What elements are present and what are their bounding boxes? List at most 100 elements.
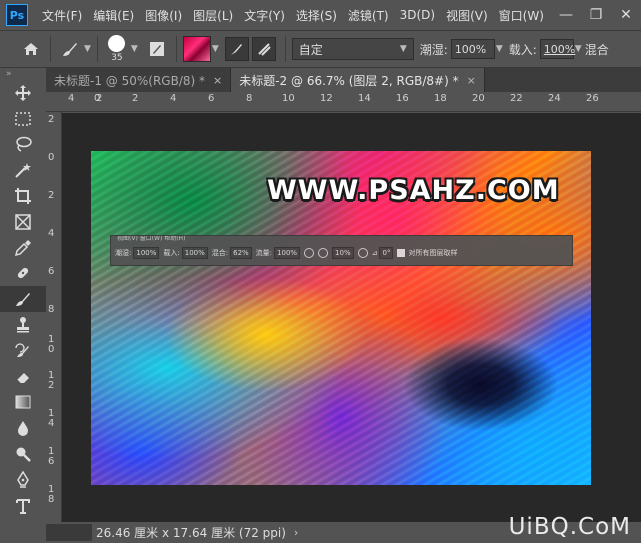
blur-tool-icon[interactable] xyxy=(0,415,46,441)
menu-layer[interactable]: 图层(L) xyxy=(193,7,233,24)
ruler-tick-label: 8 xyxy=(48,494,55,505)
magic-wand-tool-icon[interactable] xyxy=(0,157,46,183)
ruler-tick-label: 2 xyxy=(48,190,55,201)
site-watermark-logo: UiBQ.CoM xyxy=(508,514,631,540)
menu-filter[interactable]: 滤镜(T) xyxy=(348,7,389,24)
ruler-tick-label: 4 xyxy=(68,93,75,104)
healing-brush-tool-icon[interactable] xyxy=(0,261,46,287)
eyedropper-tool-icon[interactable] xyxy=(0,235,46,261)
zoom-field[interactable] xyxy=(46,524,92,541)
chevron-right-icon[interactable]: › xyxy=(294,526,298,539)
mixer-brush-preset-icon[interactable] xyxy=(57,36,83,62)
frame-tool-icon[interactable] xyxy=(0,209,46,235)
window-controls: — ❐ ✕ xyxy=(551,0,641,30)
ruler-tick-label: 8 xyxy=(48,304,55,315)
eraser-tool-icon[interactable] xyxy=(0,364,46,390)
chevron-down-icon[interactable]: ▼ xyxy=(496,44,503,54)
ruler-tick-label: 6 xyxy=(48,266,55,277)
chevron-down-icon[interactable]: ▼ xyxy=(131,44,138,54)
collapse-panel-button[interactable]: » xyxy=(0,68,46,80)
embedded-options-row: 潮湿: 100% 载入: 100% 混合: 62% 流量: 100% 10% ⊿… xyxy=(111,242,572,264)
ruler-tick-label: 0 xyxy=(94,93,101,104)
ruler-tick-label: 14 xyxy=(358,93,371,104)
dodge-tool-icon[interactable] xyxy=(0,441,46,467)
close-icon[interactable]: × xyxy=(213,74,222,87)
load-input[interactable]: 100% xyxy=(539,39,575,59)
ruler-tick-label: 6 xyxy=(208,93,215,104)
embedded-value: 0° xyxy=(379,247,394,259)
chevron-down-icon: ▼ xyxy=(399,44,407,54)
ruler-tick-label: 22 xyxy=(510,93,523,104)
menu-select[interactable]: 选择(S) xyxy=(296,7,337,24)
separator xyxy=(284,36,286,62)
ruler-tick-label: 26 xyxy=(586,93,599,104)
lasso-tool-icon[interactable] xyxy=(0,132,46,158)
brush-size-picker[interactable]: 35 xyxy=(104,32,130,66)
ruler-tick-label: 2 xyxy=(132,93,139,104)
load-brush-button[interactable] xyxy=(224,37,249,61)
pen-tool-icon[interactable] xyxy=(0,467,46,493)
separator xyxy=(175,36,177,62)
type-tool-icon[interactable] xyxy=(0,493,46,519)
gear-icon xyxy=(357,248,368,258)
angle-icon: ⊿ xyxy=(371,249,378,257)
tools-panel: » xyxy=(0,68,46,543)
vertical-ruler[interactable]: 2 0 2 4 6 8 1 0 1 2 1 4 1 6 1 8 xyxy=(46,112,62,522)
close-icon[interactable]: × xyxy=(467,74,476,87)
chevron-down-icon[interactable]: ▼ xyxy=(575,44,582,54)
crop-tool-icon[interactable] xyxy=(0,183,46,209)
brush-settings-icon[interactable] xyxy=(144,36,170,62)
history-brush-tool-icon[interactable] xyxy=(0,338,46,364)
current-color-swatch[interactable] xyxy=(182,36,211,62)
home-icon[interactable] xyxy=(18,36,44,62)
smoothing-icon xyxy=(318,248,329,258)
wet-input[interactable]: 100% xyxy=(450,39,495,59)
menu-edit[interactable]: 编辑(E) xyxy=(93,7,134,24)
close-button[interactable]: ✕ xyxy=(611,0,641,30)
document-size-info: 26.46 厘米 x 17.64 厘米 (72 ppi) xyxy=(96,526,286,540)
tab-untitled-2[interactable]: 未标题-2 @ 66.7% (图层 2, RGB/8#) * × xyxy=(231,68,485,92)
airbrush-icon xyxy=(304,248,315,258)
blend-preset-value: 自定 xyxy=(298,42,323,57)
chevron-down-icon[interactable]: ▼ xyxy=(84,44,91,54)
embedded-label: 混合: xyxy=(211,249,229,257)
ruler-tick-label: 20 xyxy=(472,93,485,104)
embedded-label: 载入: xyxy=(163,249,180,257)
horizontal-ruler[interactable]: 6 4 2 0 2 4 6 8 10 12 14 16 18 20 22 24 … xyxy=(46,92,641,112)
restore-button[interactable]: ❐ xyxy=(581,0,611,30)
ruler-tick-label: 12 xyxy=(320,93,333,104)
tab-untitled-1[interactable]: 未标题-1 @ 50%(RGB/8) * × xyxy=(46,68,232,92)
ruler-tick-label: 24 xyxy=(548,93,561,104)
menu-file[interactable]: 文件(F) xyxy=(42,7,82,24)
marquee-tool-icon[interactable] xyxy=(0,106,46,132)
move-tool-icon[interactable] xyxy=(0,80,46,106)
chevron-down-icon[interactable]: ▼ xyxy=(212,44,219,54)
minimize-button[interactable]: — xyxy=(551,0,581,30)
blend-preset-select[interactable]: 自定 ▼ xyxy=(291,38,414,60)
tab-label: 未标题-2 @ 66.7% (图层 2, RGB/8#) * xyxy=(239,73,459,88)
embedded-value: 100% xyxy=(133,247,160,259)
ruler-tick-label: 4 xyxy=(170,93,177,104)
ruler-tick-label: 2 xyxy=(48,380,55,391)
embedded-label: 流量: xyxy=(255,249,273,257)
menu-type[interactable]: 文字(Y) xyxy=(244,7,285,24)
ruler-tick-label: 8 xyxy=(246,93,253,104)
clone-stamp-tool-icon[interactable] xyxy=(0,312,46,338)
options-bar: ▼ 35 ▼ ▼ 自定 ▼ 潮湿: 100% ▼ 载入: 100% ▼ 混合 xyxy=(0,30,641,68)
embedded-value: 62% xyxy=(230,247,252,259)
document-tabs: 未标题-1 @ 50%(RGB/8) * × 未标题-2 @ 66.7% (图层… xyxy=(46,68,641,92)
menu-window[interactable]: 窗口(W) xyxy=(499,7,544,24)
embedded-check-label: 对所有图层取样 xyxy=(408,249,458,257)
wet-label: 潮湿: xyxy=(419,42,448,57)
menu-image[interactable]: 图像(I) xyxy=(145,7,182,24)
photoshop-logo-icon[interactable]: Ps xyxy=(6,4,28,26)
embedded-label: 潮湿: xyxy=(115,249,132,257)
load-label: 载入: xyxy=(508,42,537,57)
mixer-brush-tool-icon[interactable] xyxy=(0,286,46,313)
clean-brush-button[interactable] xyxy=(251,37,276,61)
menu-view[interactable]: 视图(V) xyxy=(446,7,488,24)
document-canvas[interactable]: WWW.PSAHZ.COM 视图(V) 窗口(W) 帮助(H) 潮湿: 100%… xyxy=(91,151,591,485)
gradient-tool-icon[interactable] xyxy=(0,390,46,416)
menu-3d[interactable]: 3D(D) xyxy=(400,8,435,22)
watermark-text: WWW.PSAHZ.COM xyxy=(267,175,560,206)
